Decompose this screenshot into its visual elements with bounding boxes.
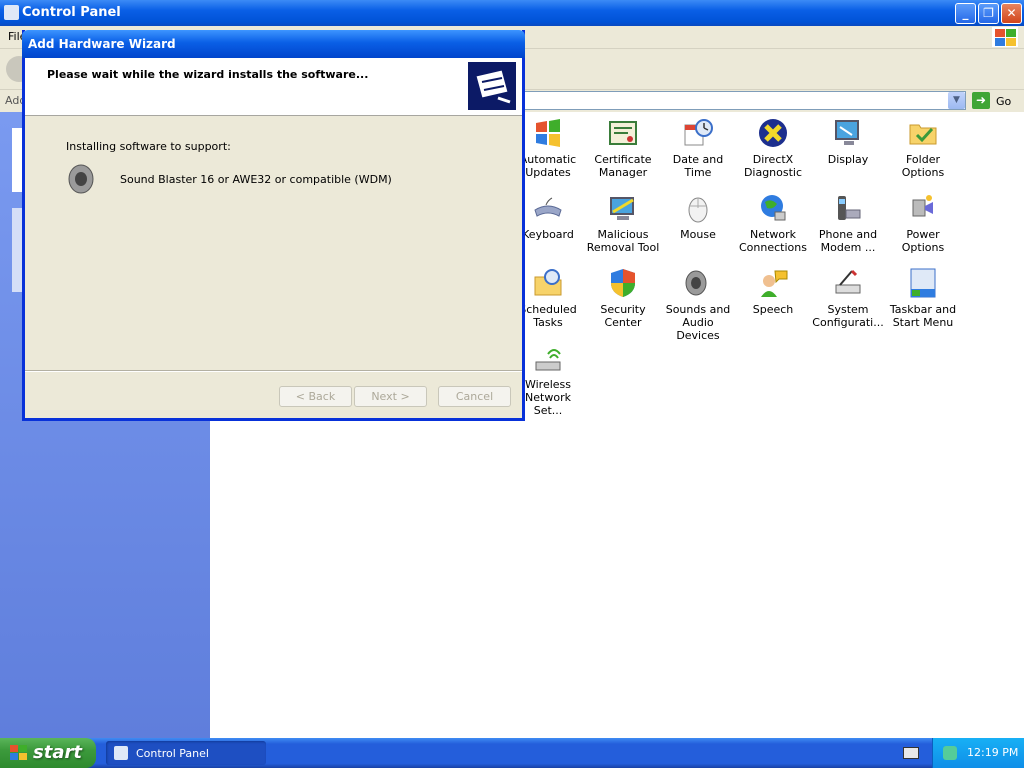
cp-item-certificate-manager[interactable]: Certificate Manager — [585, 117, 661, 179]
wizard-header-text: Please wait while the wizard installs th… — [47, 68, 369, 81]
taskbar: start Control Panel 12:19 PM — [0, 738, 1024, 768]
item-label: Phone and Modem ... — [818, 228, 878, 254]
network-tray-icon[interactable] — [943, 746, 957, 760]
mouse-icon — [682, 192, 714, 224]
speaker-icon — [65, 162, 101, 196]
start-label: start — [33, 742, 82, 763]
folder-options-icon — [907, 117, 939, 149]
date-time-icon — [682, 117, 714, 149]
cp-item-mouse[interactable]: Mouse — [660, 192, 736, 241]
next-button[interactable]: Next > — [354, 386, 427, 407]
wizard-title: Add Hardware Wizard — [28, 37, 176, 51]
cp-item-phone-modem[interactable]: Phone and Modem ... — [810, 192, 886, 254]
window-title: Control Panel — [22, 5, 121, 20]
add-hardware-wizard-dialog: Add Hardware Wizard Please wait while th… — [22, 30, 525, 421]
item-label: Malicious Removal Tool — [586, 228, 660, 254]
cp-item-sounds-audio[interactable]: Sounds and Audio Devices — [660, 267, 736, 342]
system-tray: 12:19 PM — [932, 738, 1024, 768]
device-name: Sound Blaster 16 or AWE32 or compatible … — [120, 173, 392, 186]
close-button[interactable]: ✕ — [1001, 3, 1022, 24]
cp-item-system-configuration[interactable]: System Configurati... — [810, 267, 886, 329]
control-panel-titlebar[interactable]: Control Panel _ ❐ ✕ — [0, 0, 1024, 26]
back-button[interactable]: < Back — [279, 386, 352, 407]
malicious-removal-icon — [607, 192, 639, 224]
keyboard-layout-icon[interactable] — [903, 747, 919, 759]
cp-item-network-connections[interactable]: Network Connections — [735, 192, 811, 254]
cp-item-folder-options[interactable]: Folder Options — [885, 117, 961, 179]
automatic-updates-icon — [532, 117, 564, 149]
item-label: Network Connections — [739, 228, 807, 254]
taskbar-item-control-panel[interactable]: Control Panel — [106, 741, 266, 765]
item-label: Speech — [752, 303, 794, 316]
installing-label: Installing software to support: — [66, 140, 231, 153]
system-config-icon — [832, 267, 864, 299]
cp-item-speech[interactable]: Speech — [735, 267, 811, 316]
scheduled-tasks-icon — [532, 267, 564, 299]
item-label: Wireless Network Set... — [524, 378, 572, 417]
go-label: Go — [996, 95, 1012, 108]
cp-item-date-time[interactable]: Date and Time — [660, 117, 736, 179]
display-icon — [832, 117, 864, 149]
taskbar-item-label: Control Panel — [136, 747, 209, 760]
go-button[interactable]: ➜ Go — [972, 92, 1022, 110]
cp-item-display[interactable]: Display — [810, 117, 886, 166]
clock[interactable]: 12:19 PM — [967, 746, 1018, 759]
network-icon — [757, 192, 789, 224]
phone-modem-icon — [832, 192, 864, 224]
item-label: DirectX Diagnostic — [743, 153, 803, 179]
item-label: Security Center — [600, 303, 646, 329]
power-options-icon — [907, 192, 939, 224]
item-label: Scheduled Tasks — [519, 303, 577, 329]
item-label: System Configurati... — [812, 303, 884, 329]
item-label: Date and Time — [672, 153, 724, 179]
item-label: Keyboard — [522, 228, 574, 241]
security-shield-icon — [607, 267, 639, 299]
address-dropdown-icon[interactable]: ▼ — [948, 92, 965, 109]
cp-item-security-center[interactable]: Security Center — [585, 267, 661, 329]
cp-item-directx-diagnostic[interactable]: DirectX Diagnostic — [735, 117, 811, 179]
item-label: Display — [827, 153, 869, 166]
item-label: Power Options — [901, 228, 945, 254]
control-panel-icon — [114, 746, 128, 760]
directx-icon — [757, 117, 789, 149]
item-label: Mouse — [680, 228, 716, 241]
keyboard-icon — [532, 192, 564, 224]
windows-logo-icon — [992, 27, 1018, 47]
speech-icon — [757, 267, 789, 299]
item-label: Folder Options — [901, 153, 945, 179]
taskbar-icon — [907, 267, 939, 299]
cp-item-malicious-removal-tool[interactable]: Malicious Removal Tool — [585, 192, 661, 254]
control-panel-icon — [4, 5, 19, 20]
certificate-icon — [607, 117, 639, 149]
speaker-icon — [682, 267, 714, 299]
restore-button[interactable]: ❐ — [978, 3, 999, 24]
windows-logo-icon — [10, 745, 28, 761]
cp-item-taskbar-start-menu[interactable]: Taskbar and Start Menu — [885, 267, 961, 329]
item-label: Certificate Manager — [594, 153, 652, 179]
minimize-button[interactable]: _ — [955, 3, 976, 24]
cp-item-power-options[interactable]: Power Options — [885, 192, 961, 254]
start-button[interactable]: start — [0, 738, 96, 768]
item-label: Taskbar and Start Menu — [889, 303, 957, 329]
wireless-icon — [532, 342, 564, 374]
wizard-header: Please wait while the wizard installs th… — [25, 58, 522, 116]
item-label: Sounds and Audio Devices — [665, 303, 731, 342]
cancel-button[interactable]: Cancel — [438, 386, 511, 407]
wizard-titlebar[interactable]: Add Hardware Wizard — [22, 30, 525, 58]
item-label: Automatic Updates — [519, 153, 577, 179]
hardware-card-icon — [468, 62, 516, 110]
divider — [25, 370, 522, 372]
go-arrow-icon: ➜ — [972, 92, 990, 109]
